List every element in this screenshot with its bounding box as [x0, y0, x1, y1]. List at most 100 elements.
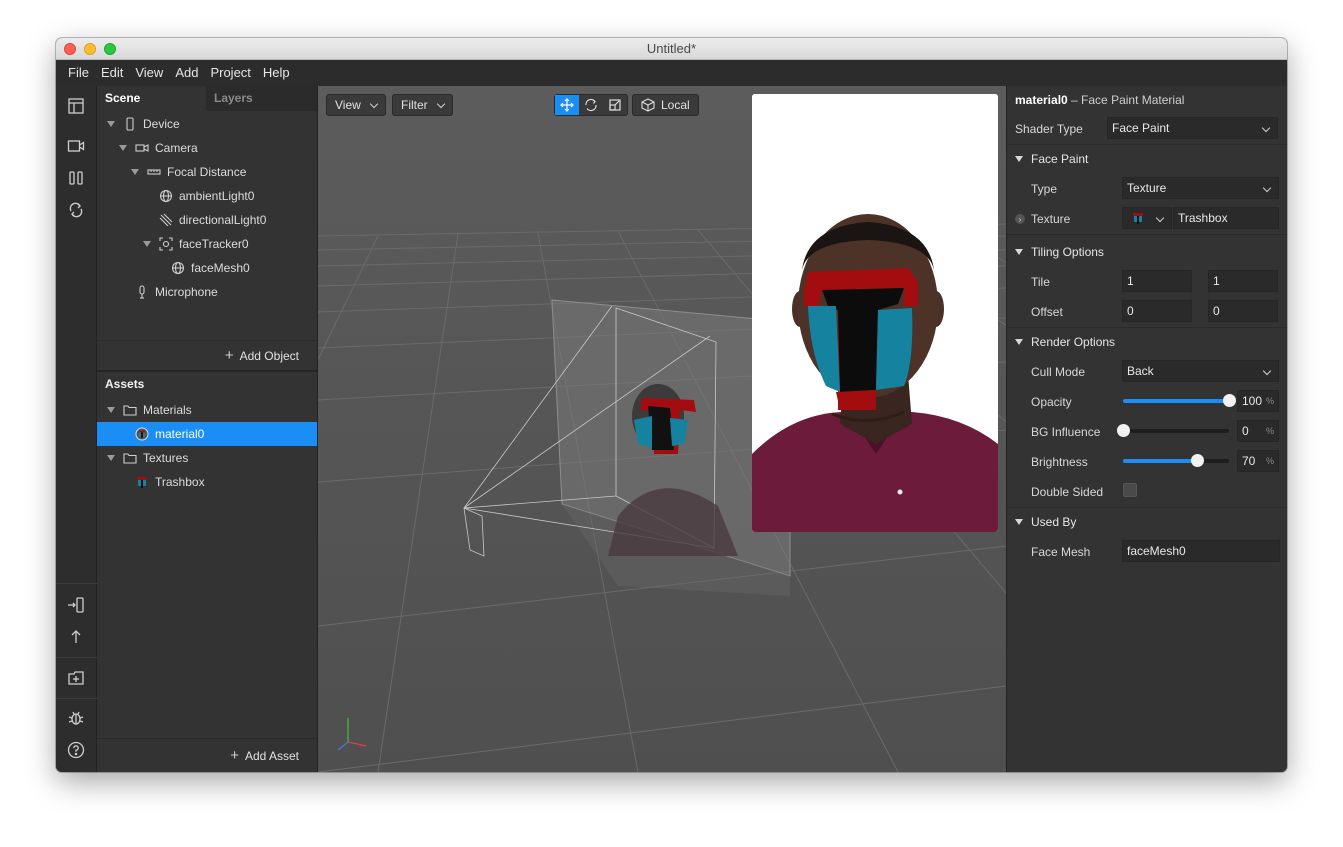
zoom-button[interactable]: [104, 43, 116, 55]
cube-icon: [641, 98, 655, 112]
add-folder-icon[interactable]: [64, 666, 88, 690]
cull-mode-label: Cull Mode: [1031, 365, 1086, 379]
tile-y-input[interactable]: 1: [1208, 270, 1278, 292]
send-to-device-icon[interactable]: [64, 593, 88, 617]
face-paint-section[interactable]: Face Paint: [1015, 152, 1088, 166]
window-controls: [64, 43, 116, 55]
face-tracker-icon: [159, 237, 173, 251]
bg-influence-input[interactable]: 0%: [1237, 420, 1279, 442]
tree-item-microphone[interactable]: Microphone: [135, 280, 218, 304]
caret-down-icon: [107, 407, 115, 413]
offset-label: Offset: [1031, 305, 1063, 319]
opacity-slider[interactable]: [1123, 394, 1236, 407]
tab-layers[interactable]: Layers: [206, 86, 315, 111]
tree-item-device[interactable]: Device: [107, 112, 180, 136]
chevron-down-icon: [1261, 123, 1271, 133]
inspector-title: material0 – Face Paint Material: [1015, 93, 1184, 107]
opacity-slider-thumb[interactable]: [1223, 394, 1236, 407]
refresh-icon[interactable]: [64, 198, 88, 222]
close-button[interactable]: [64, 43, 76, 55]
caret-down-icon: [107, 455, 115, 461]
brightness-slider-thumb[interactable]: [1191, 454, 1205, 467]
brightness-slider-fill: [1123, 459, 1198, 463]
help-icon[interactable]: [64, 738, 88, 762]
menu-view[interactable]: View: [129, 60, 169, 86]
caret-down-icon: [131, 169, 139, 175]
opacity-slider-fill: [1123, 399, 1229, 403]
render-options-section[interactable]: Render Options: [1015, 335, 1115, 349]
caret-down-icon: [1015, 339, 1023, 345]
type-select[interactable]: Texture: [1122, 177, 1279, 199]
menu-add[interactable]: Add: [169, 60, 204, 86]
tile-x-input[interactable]: 1: [1122, 270, 1192, 292]
upload-icon[interactable]: [64, 625, 88, 649]
opacity-input[interactable]: 100%: [1237, 390, 1279, 412]
caret-down-icon: [143, 241, 151, 247]
title-bar: Untitled*: [56, 38, 1287, 60]
split-view-icon[interactable]: [64, 166, 88, 190]
chevron-down-icon: [436, 99, 445, 108]
directional-light-icon: [159, 213, 173, 227]
scene-panel: Scene Layers Device Camera Focal Distanc…: [97, 86, 318, 772]
tree-item-material0[interactable]: material0: [135, 422, 204, 446]
cull-mode-select[interactable]: Back: [1122, 360, 1279, 382]
used-by-section[interactable]: Used By: [1015, 515, 1076, 529]
video-camera-icon[interactable]: [64, 134, 88, 158]
chevron-down-icon: [1262, 183, 1272, 193]
microphone-icon: [135, 285, 149, 299]
tiling-options-section[interactable]: Tiling Options: [1015, 245, 1104, 259]
caret-down-icon: [119, 145, 127, 151]
menu-help[interactable]: Help: [257, 60, 296, 86]
double-sided-checkbox[interactable]: [1123, 483, 1137, 497]
bg-influence-slider[interactable]: [1117, 424, 1229, 437]
layout-icon[interactable]: [64, 94, 88, 118]
bg-influence-slider-thumb[interactable]: [1117, 424, 1130, 437]
rotate-tool-icon[interactable]: [579, 95, 603, 115]
scene-viewport[interactable]: View Filter Local: [318, 86, 1006, 772]
device-preview[interactable]: [752, 94, 998, 532]
local-space-toggle[interactable]: Local: [632, 94, 699, 116]
tree-item-textures[interactable]: Textures: [107, 446, 188, 470]
texture-name-field[interactable]: Trashbox: [1173, 207, 1279, 229]
tree-item-ambient-light[interactable]: ambientLight0: [159, 184, 254, 208]
minimize-button[interactable]: [84, 43, 96, 55]
texture-label: Texture: [1031, 212, 1071, 226]
add-object-button[interactable]: + Add Object: [225, 344, 299, 368]
tree-item-camera[interactable]: Camera: [119, 136, 198, 160]
face-preview: [752, 94, 998, 532]
texture-picker[interactable]: [1122, 207, 1172, 229]
menu-edit[interactable]: Edit: [95, 60, 129, 86]
tab-scene[interactable]: Scene: [97, 86, 206, 111]
offset-x-input[interactable]: 0: [1122, 300, 1192, 322]
caret-down-icon: [1015, 156, 1023, 162]
tree-item-trashbox[interactable]: Trashbox: [135, 470, 205, 494]
tree-item-materials[interactable]: Materials: [107, 398, 192, 422]
face-mesh-link[interactable]: faceMesh0: [1122, 540, 1280, 562]
object-name: material0: [1015, 93, 1068, 107]
shader-type-label: Shader Type: [1015, 122, 1083, 136]
tree-item-focal-distance[interactable]: Focal Distance: [131, 160, 246, 184]
bug-icon[interactable]: [64, 706, 88, 730]
view-dropdown[interactable]: View: [326, 94, 386, 116]
caret-down-icon: [107, 121, 115, 127]
camera-icon: [135, 141, 149, 155]
caret-down-icon: [1015, 249, 1023, 255]
filter-dropdown[interactable]: Filter: [392, 94, 453, 116]
brightness-slider[interactable]: [1123, 454, 1229, 467]
chevron-down-icon: [1155, 213, 1165, 223]
brightness-input[interactable]: 70%: [1237, 450, 1279, 472]
move-tool-icon[interactable]: [555, 95, 579, 115]
menu-file[interactable]: File: [62, 60, 95, 86]
tree-item-face-tracker[interactable]: faceTracker0: [143, 232, 249, 256]
add-asset-button[interactable]: + Add Asset: [230, 744, 299, 768]
shader-type-select[interactable]: Face Paint: [1107, 117, 1278, 139]
arrow-link-icon[interactable]: ›: [1015, 214, 1025, 224]
menu-project[interactable]: Project: [204, 60, 256, 86]
material-icon: [135, 427, 149, 441]
scale-tool-icon[interactable]: [603, 95, 627, 115]
tree-item-face-mesh[interactable]: faceMesh0: [171, 256, 250, 280]
folder-icon: [123, 403, 137, 417]
offset-y-input[interactable]: 0: [1208, 300, 1278, 322]
tree-item-directional-light[interactable]: directionalLight0: [159, 208, 266, 232]
chevron-down-icon: [1262, 366, 1272, 376]
